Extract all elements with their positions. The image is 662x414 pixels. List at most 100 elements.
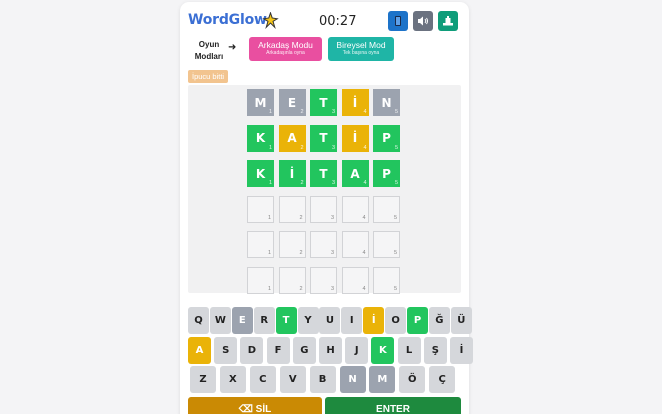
tile-number: 5 (393, 250, 397, 256)
key[interactable]: H (319, 337, 342, 364)
board-tile: 4 (341, 231, 369, 258)
board-tile: K1 (247, 160, 274, 187)
board-tile: T3 (310, 89, 337, 116)
board-tile: 5 (373, 266, 400, 294)
key[interactable]: Ç (429, 366, 456, 393)
board-tile: T3 (310, 124, 337, 152)
key[interactable]: N (339, 366, 366, 393)
tile-number: 1 (267, 285, 271, 292)
tile-number: 4 (363, 144, 367, 151)
key[interactable]: D (240, 337, 264, 364)
board-tile: 3 (310, 266, 337, 294)
tile-number: 5 (393, 214, 397, 221)
header: WordGlow 00:27 (180, 2, 469, 36)
key[interactable]: A (188, 337, 211, 364)
tile-number: 2 (299, 214, 303, 221)
board-tile: İ4 (341, 89, 369, 116)
board-tile: 2 (278, 266, 306, 294)
tile-number: 3 (331, 144, 335, 151)
key[interactable]: G (292, 337, 316, 364)
sparkle-icon (262, 12, 279, 29)
tile-number: 2 (299, 250, 303, 256)
key[interactable]: S (214, 337, 238, 364)
board-tile: A2 (278, 124, 306, 152)
timer: 00:27 (319, 14, 357, 29)
key[interactable]: U (319, 307, 341, 334)
key[interactable]: L (397, 337, 421, 364)
key[interactable]: Z (190, 366, 216, 393)
tile-number: 1 (268, 180, 272, 186)
key[interactable]: K (371, 337, 395, 364)
board-tile: A4 (341, 160, 369, 187)
tile-letter: P (382, 131, 391, 145)
key[interactable]: X (219, 366, 246, 393)
key[interactable]: O (385, 307, 407, 334)
tile-number: 3 (330, 285, 334, 292)
board-tile: 1 (247, 231, 274, 258)
key[interactable]: I (341, 307, 363, 334)
tile-letter: E (287, 95, 297, 110)
tile-letter: T (319, 166, 328, 181)
tile-number: 4 (363, 180, 367, 186)
board-tile: 1 (247, 195, 274, 223)
board-tile: 4 (341, 266, 369, 294)
tile-number: 1 (268, 109, 272, 115)
tile-number: 5 (393, 285, 397, 292)
key[interactable]: J (345, 337, 369, 364)
modes-label: Oyun Modları (194, 40, 224, 61)
tile-number: 2 (300, 180, 304, 186)
hint-badge: İpucu bitti (188, 70, 229, 83)
solo-mode-button[interactable]: Bireysel Mod Tek başına oyna (328, 37, 394, 61)
key[interactable]: Ü (450, 307, 472, 334)
key[interactable]: B (309, 366, 336, 393)
board-tile: 4 (341, 195, 369, 223)
board-tile: N5 (373, 89, 400, 116)
key[interactable]: Ö (399, 366, 426, 393)
key[interactable]: F (266, 337, 290, 364)
stats-button[interactable] (438, 11, 458, 31)
key[interactable]: M (369, 366, 396, 393)
tile-letter: M (254, 95, 267, 110)
tile-number: 1 (267, 250, 271, 256)
key[interactable]: C (249, 366, 276, 393)
tile-number: 5 (394, 180, 398, 186)
game-board: M1E2T3İ4N5K1A2T3İ4P5K1İ2T3A4P51234512345… (188, 85, 461, 294)
key[interactable]: T (275, 307, 297, 334)
tile-number: 3 (330, 214, 334, 221)
key[interactable]: Q (188, 307, 209, 334)
tile-number: 4 (362, 214, 366, 221)
key[interactable]: İ (450, 337, 473, 364)
sound-icon (418, 16, 428, 26)
arrow-right-icon: ➜ (228, 42, 237, 53)
tile-letter: P (382, 166, 391, 181)
key[interactable]: Ş (423, 337, 447, 364)
tile-letter: İ (289, 166, 295, 181)
board-tile: E2 (278, 89, 306, 116)
delete-button[interactable]: ⌫ SİL (188, 397, 322, 414)
key[interactable]: R (253, 307, 275, 334)
tile-letter: A (287, 131, 297, 145)
solo-mode-title: Bireysel Mod (336, 40, 386, 50)
game-card: WordGlow 00:27 Oyun Modları ➜ Arkadaş Mo… (180, 2, 473, 414)
friend-mode-button[interactable]: Arkadaş Modu Arkadaşınla oyna (249, 37, 322, 61)
friend-mode-subtitle: Arkadaşınla oyna (266, 50, 305, 56)
tile-number: 4 (362, 250, 366, 256)
key[interactable]: Y (297, 307, 319, 334)
solo-mode-subtitle: Tek başına oyna (342, 50, 380, 56)
book-button[interactable] (388, 11, 408, 31)
board-tile: İ2 (278, 160, 306, 187)
key[interactable]: E (231, 307, 253, 334)
tile-letter: T (319, 95, 328, 110)
key[interactable]: V (279, 366, 306, 393)
board-tile: P5 (373, 160, 400, 187)
enter-button[interactable]: ENTER (325, 397, 461, 414)
key[interactable]: W (209, 307, 231, 334)
board-tile: P5 (373, 124, 400, 152)
tile-number: 1 (267, 214, 271, 221)
key[interactable]: P (407, 307, 428, 334)
key[interactable]: İ (363, 307, 385, 334)
board-tile: M1 (247, 89, 274, 116)
key[interactable]: Ğ (428, 307, 450, 334)
tile-number: 3 (330, 250, 334, 256)
sound-button[interactable] (413, 11, 433, 31)
